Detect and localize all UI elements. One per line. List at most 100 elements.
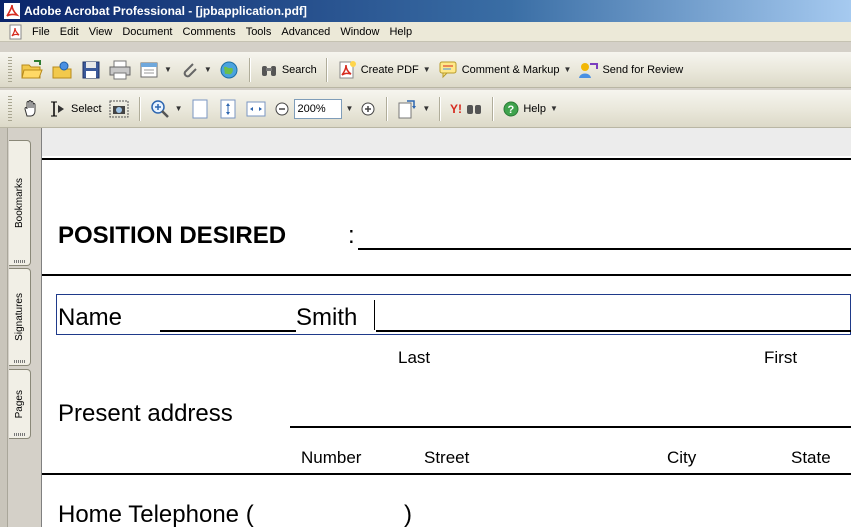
print-button[interactable]: [105, 57, 135, 83]
menu-document[interactable]: Document: [118, 23, 178, 41]
attach-button[interactable]: ▼: [175, 57, 215, 83]
tab-grip: [14, 260, 25, 263]
page-top-band: [42, 128, 851, 156]
home-telephone-close-paren: ): [404, 501, 412, 527]
menu-view[interactable]: View: [85, 23, 119, 41]
menu-advanced[interactable]: Advanced: [277, 23, 336, 41]
comment-markup-button[interactable]: Comment & Markup ▼: [434, 57, 575, 83]
name-underline: [376, 330, 851, 332]
document-icon[interactable]: [8, 24, 24, 40]
menu-comments[interactable]: Comments: [179, 23, 242, 41]
toolbar-separator: [386, 96, 388, 121]
tools-toolbar: Select ▼ 200% ▼ ▼ Y! ? Help ▼: [0, 90, 851, 128]
search-button[interactable]: Search: [256, 57, 320, 83]
toolbar-grip[interactable]: [8, 95, 12, 122]
help-icon: ?: [503, 101, 519, 116]
zoom-out-button[interactable]: [270, 96, 294, 122]
acrobat-app-icon[interactable]: [4, 3, 20, 19]
zoom-in-button[interactable]: [356, 96, 380, 122]
tab-bookmarks[interactable]: Bookmarks: [9, 140, 31, 266]
snapshot-tool-button[interactable]: [105, 96, 133, 122]
send-for-review-button[interactable]: Send for Review: [574, 57, 686, 83]
home-telephone-label: Home Telephone (: [58, 501, 254, 527]
present-address-label: Present address: [58, 400, 233, 427]
toolbar-separator: [492, 96, 494, 121]
fit-width-button[interactable]: [242, 96, 270, 122]
help-label: Help: [523, 102, 546, 115]
tab-signatures-label: Signatures: [14, 293, 25, 341]
dropdown-arrow-icon: ▼: [345, 104, 354, 113]
select-tool-button[interactable]: Select: [45, 96, 105, 122]
tab-grip: [14, 360, 25, 363]
state-caption: State: [791, 448, 831, 467]
menu-tools[interactable]: Tools: [242, 23, 278, 41]
organizer-button[interactable]: [47, 57, 77, 83]
toolbar-separator: [138, 96, 140, 121]
fit-page-button[interactable]: [214, 96, 242, 122]
menu-window[interactable]: Window: [336, 23, 385, 41]
form-rule: [42, 274, 851, 276]
send-for-review-label: Send for Review: [602, 63, 684, 76]
menu-bar: File Edit View Document Comments Tools A…: [0, 22, 851, 42]
document-area[interactable]: POSITION DESIRED : Name Smith Last First…: [42, 128, 851, 527]
actual-size-button[interactable]: [186, 96, 214, 122]
comment-markup-icon: [439, 61, 457, 78]
tab-signatures[interactable]: Signatures: [9, 268, 31, 366]
city-caption: City: [667, 448, 697, 467]
file-toolbar: ▼ ▼ Search Create PDF ▼ Comment & Markup…: [0, 52, 851, 88]
zoom-in-tool-button[interactable]: ▼: [146, 96, 186, 122]
number-caption: Number: [301, 448, 362, 467]
toolbar-separator: [325, 57, 327, 82]
web-button[interactable]: [215, 57, 243, 83]
zoom-out-icon: [275, 102, 288, 115]
window-title: Adobe Acrobat Professional - [jpbapplica…: [24, 4, 307, 18]
first-name-caption: First: [764, 348, 798, 367]
email-button[interactable]: ▼: [135, 57, 175, 83]
search-label: Search: [281, 63, 317, 76]
navigation-panel-strip[interactable]: [0, 128, 8, 527]
dropdown-arrow-icon: ▼: [164, 65, 172, 74]
tab-pages-label: Pages: [14, 389, 25, 419]
name-value[interactable]: Smith: [296, 304, 357, 332]
create-pdf-button[interactable]: Create PDF ▼: [333, 57, 434, 83]
toolbar-grip[interactable]: [8, 56, 12, 83]
present-address-underline: [290, 426, 851, 428]
form-rule: [42, 158, 851, 160]
name-label: Name: [58, 304, 123, 331]
dropdown-arrow-icon: ▼: [549, 104, 558, 113]
dropdown-arrow-icon: ▼: [203, 65, 212, 74]
menu-help[interactable]: Help: [385, 23, 418, 41]
yahoo-search-button[interactable]: Y!: [446, 96, 486, 122]
name-field-box[interactable]: [56, 294, 851, 335]
create-pdf-label: Create PDF: [360, 63, 419, 76]
tab-pages[interactable]: Pages: [9, 369, 31, 439]
text-cursor-icon: [51, 101, 64, 116]
tab-grip: [14, 433, 25, 436]
open-button[interactable]: [17, 57, 47, 83]
select-label: Select: [71, 102, 102, 115]
position-desired-label: POSITION DESIRED: [58, 222, 287, 249]
title-bar: Adobe Acrobat Professional - [jpbapplica…: [0, 0, 851, 22]
magnifier-zoom-icon: [150, 99, 169, 118]
svg-text:Y!: Y!: [450, 102, 462, 116]
help-button[interactable]: ? Help ▼: [499, 96, 561, 122]
text-caret: [374, 300, 375, 330]
rotate-view-button[interactable]: ▼: [393, 96, 433, 122]
rotate-pages-icon: [398, 99, 417, 118]
email-document-icon: [140, 62, 158, 77]
menu-edit[interactable]: Edit: [56, 23, 85, 41]
tab-bookmarks-label: Bookmarks: [14, 177, 25, 228]
send-review-icon: [579, 62, 599, 78]
zoom-input[interactable]: [293, 98, 342, 119]
open-folder-icon: [21, 59, 43, 78]
save-button[interactable]: [77, 57, 105, 83]
yahoo-binoculars-icon: Y!: [450, 102, 482, 116]
toolbar-separator: [248, 57, 250, 82]
menu-file[interactable]: File: [28, 23, 56, 41]
hand-tool-button[interactable]: [17, 96, 45, 122]
page-icon: [192, 99, 207, 118]
form-rule: [42, 473, 851, 475]
binoculars-icon: [261, 65, 276, 76]
zoom-dropdown-button[interactable]: ▼: [342, 96, 357, 122]
fit-height-icon: [220, 99, 235, 118]
